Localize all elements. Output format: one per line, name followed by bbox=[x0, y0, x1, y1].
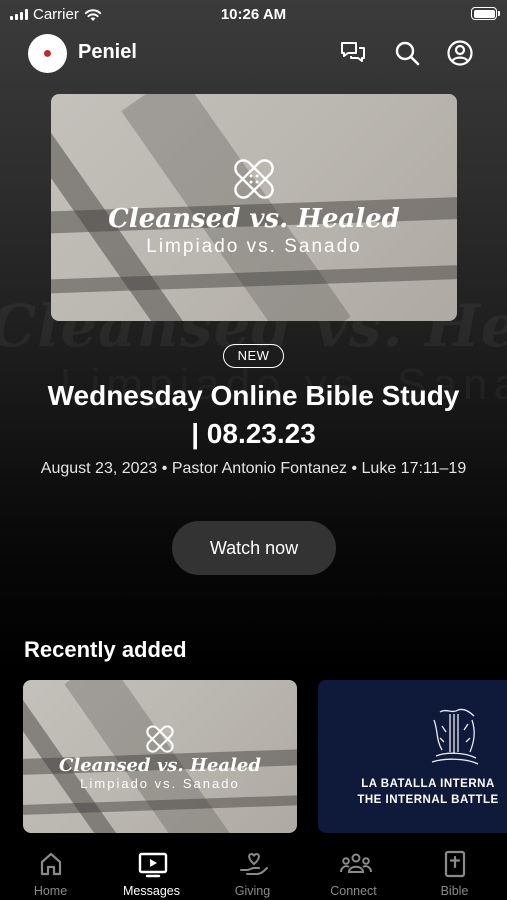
chat-icon[interactable] bbox=[339, 39, 367, 67]
recent-card[interactable]: Cleansed vs. Healed Limpiado vs. Sanado bbox=[23, 680, 297, 833]
watch-now-button[interactable]: Watch now bbox=[172, 521, 336, 575]
tv-play-icon bbox=[138, 852, 168, 878]
tab-label: Giving bbox=[234, 884, 271, 898]
bandage-icon bbox=[146, 725, 174, 753]
card-subtitle: Limpiado vs. Sanado bbox=[80, 776, 240, 791]
people-icon bbox=[340, 853, 372, 873]
card-title: Cleansed vs. Healed bbox=[59, 755, 261, 776]
status-bar: Carrier 10:26 AM bbox=[0, 0, 507, 30]
tab-label: Bible bbox=[440, 884, 469, 898]
tab-label: Connect bbox=[330, 884, 377, 898]
tab-label: Home bbox=[33, 884, 68, 898]
tab-label: Messages bbox=[123, 884, 180, 898]
tab-connect[interactable]: Connect bbox=[303, 840, 404, 900]
tab-home[interactable]: Home bbox=[0, 840, 101, 900]
new-badge: NEW bbox=[223, 344, 284, 368]
ladybug-logo-icon: ● bbox=[42, 44, 53, 62]
hero-thumbnail[interactable]: Cleansed vs. Healed Limpiado vs. Sanado bbox=[51, 94, 457, 321]
home-icon bbox=[40, 852, 62, 876]
bandage-icon bbox=[234, 159, 274, 199]
profile-icon[interactable] bbox=[446, 39, 474, 67]
bible-icon bbox=[444, 850, 466, 878]
search-icon[interactable] bbox=[393, 39, 421, 67]
card-text: LA BATALLA INTERNA THE INTERNAL BATTLE bbox=[318, 776, 507, 808]
card-title-spanish: LA BATALLA INTERNA bbox=[361, 778, 495, 790]
tab-giving[interactable]: Giving bbox=[202, 840, 303, 900]
recently-added-heading: Recently added bbox=[24, 637, 187, 662]
recent-card[interactable]: LA BATALLA INTERNA THE INTERNAL BATTLE bbox=[318, 680, 507, 833]
app-name: Peniel bbox=[78, 41, 137, 63]
tab-bible[interactable]: Bible bbox=[404, 840, 505, 900]
hero-title[interactable]: Wednesday Online Bible Study | 08.23.23 bbox=[40, 377, 467, 453]
app-header: ● Peniel bbox=[0, 33, 507, 73]
card-title-english: THE INTERNAL BATTLE bbox=[357, 794, 499, 806]
hero-meta: August 23, 2023 • Pastor Antonio Fontane… bbox=[40, 460, 467, 477]
tab-messages[interactable]: Messages bbox=[101, 840, 202, 900]
app-screen: Cleansed vs. Healed Limpiado vs. Sanado … bbox=[0, 0, 507, 900]
battery-icon bbox=[471, 7, 500, 20]
status-time: 10:26 AM bbox=[220, 6, 287, 23]
church-logo[interactable]: ● bbox=[28, 34, 67, 73]
bottom-tab-bar: Home Messages Giving Connect Bible bbox=[0, 840, 507, 900]
waterfall-illustration-icon bbox=[431, 708, 479, 765]
thumbnail-title: Cleansed vs. Healed bbox=[108, 204, 400, 234]
giving-hand-icon bbox=[240, 852, 268, 875]
thumbnail-subtitle: Limpiado vs. Sanado bbox=[146, 236, 362, 257]
